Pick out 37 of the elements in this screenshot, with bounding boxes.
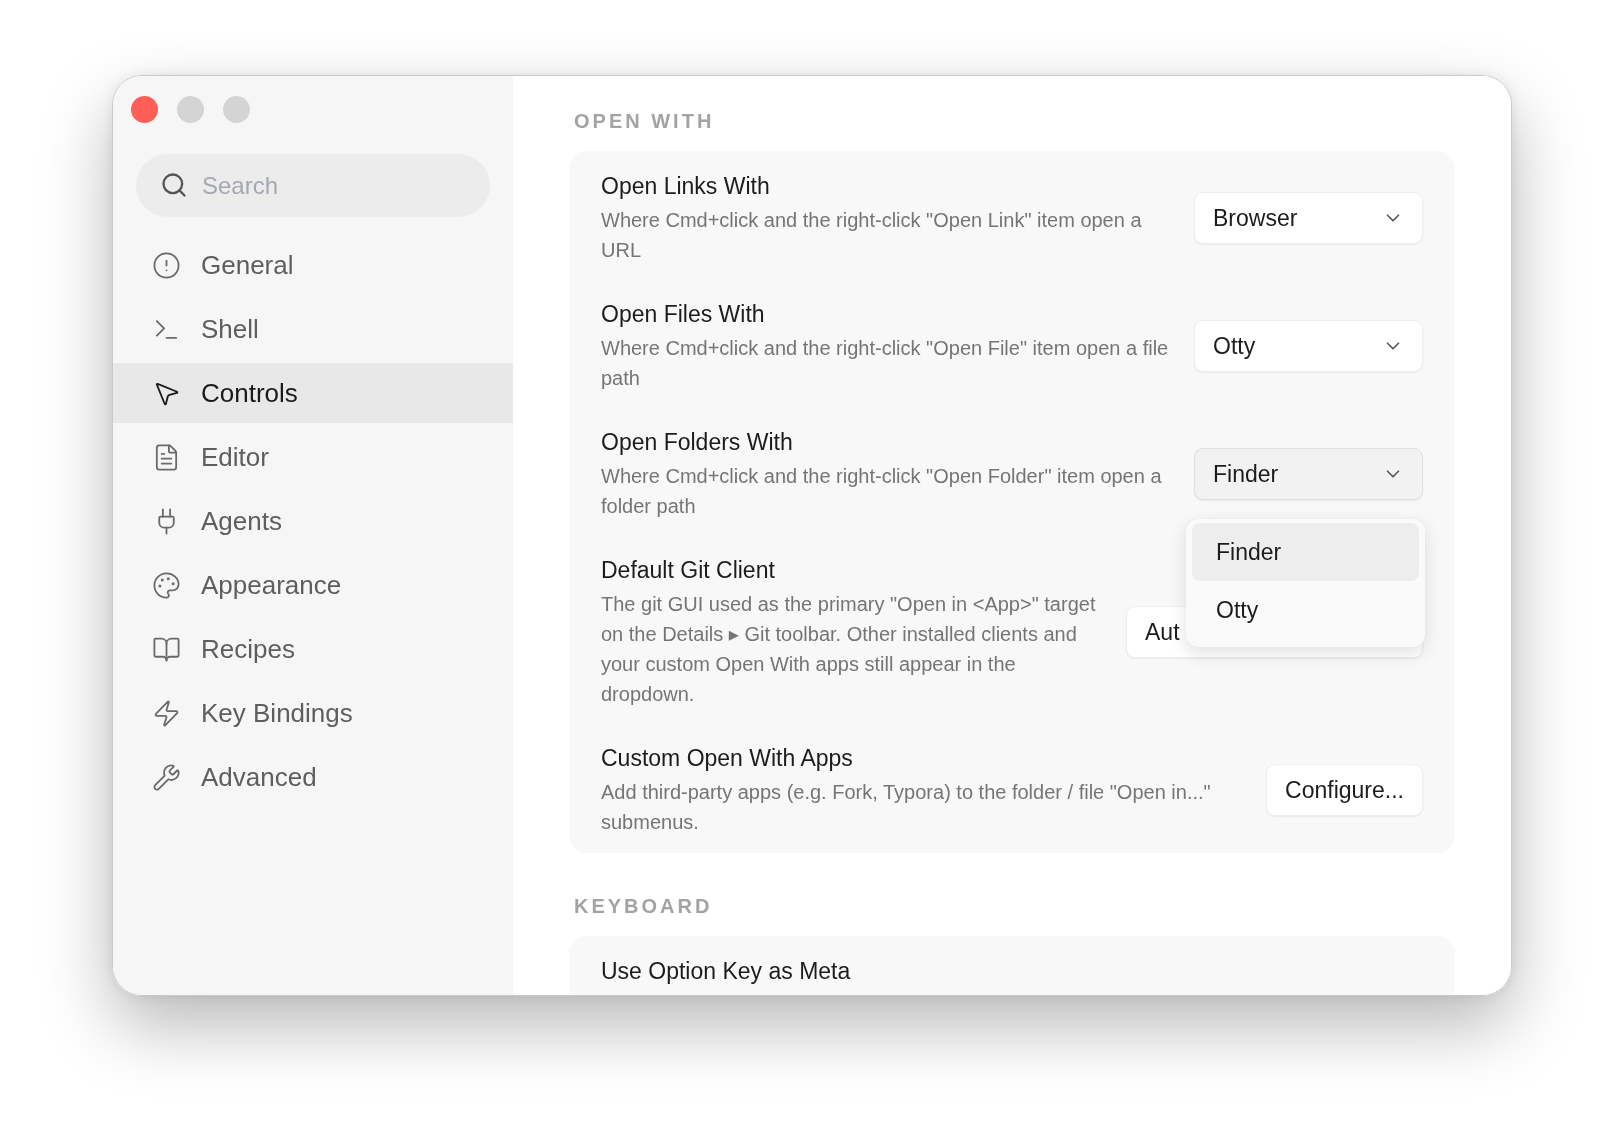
sidebar-item[interactable]: Key Bindings — [113, 683, 513, 743]
search-icon — [160, 171, 188, 199]
section-heading: KEYBOARD — [573, 895, 714, 918]
minimize-window-icon[interactable] — [177, 96, 204, 123]
setting-title: Open Files With — [601, 300, 766, 329]
sidebar-item[interactable]: Advanced — [113, 747, 513, 807]
setting-title: Open Folders With — [601, 428, 794, 457]
setting-title: Custom Open With Apps — [601, 744, 854, 773]
sidebar-item[interactable]: Appearance — [113, 555, 513, 615]
sidebar-item[interactable]: Editor — [113, 427, 513, 487]
alert-circle-icon — [152, 250, 181, 280]
sidebar-item[interactable]: General — [113, 235, 513, 295]
setting-description: Where Cmd+click and the right-click "Open Folder" item open a folder path — [601, 464, 1163, 519]
dropdown-select[interactable]: Browser — [1194, 192, 1423, 244]
close-window-icon[interactable] — [131, 96, 158, 123]
menu-option[interactable]: Otty — [1192, 581, 1419, 639]
setting-description: Add third-party apps (e.g. Fork, Typora) to the folder / file "Open in..." submenus. — [601, 780, 1212, 835]
setting-title: Open Links With — [601, 172, 771, 201]
search-field[interactable]: Search — [136, 154, 490, 217]
dropdown-select[interactable]: Otty — [1194, 320, 1423, 372]
menu-option[interactable]: Finder — [1192, 523, 1419, 581]
palette-icon — [152, 570, 181, 600]
sidebar-item[interactable]: Controls — [113, 363, 513, 423]
setting-description: Where Cmd+click and the right-click "Open Link" item open a URL — [601, 208, 1143, 263]
setting-title: Use Option Key as Meta — [601, 957, 852, 986]
setting-title: Default Git Client — [601, 556, 776, 585]
sidebar-item[interactable]: Shell — [113, 299, 513, 359]
lightning-icon — [152, 698, 181, 728]
setting-description: The git GUI used as the primary "Open in <App>" target on the Details ▸ Git toolbar. Other installed clients and your custom Open With apps still appear in the dropdown. — [601, 592, 1097, 707]
sidebar-item[interactable]: Recipes — [113, 619, 513, 679]
wrench-icon — [152, 762, 181, 792]
sidebar-item[interactable]: Agents — [113, 491, 513, 551]
section-heading: OPEN WITH — [573, 110, 716, 133]
dropdown-select[interactable]: Finder — [1194, 448, 1423, 500]
configure-button[interactable]: Configure... — [1266, 764, 1423, 816]
zoom-window-icon[interactable] — [223, 96, 250, 123]
setting-description: Where Cmd+click and the right-click "Open File" item open a file path — [601, 336, 1170, 391]
